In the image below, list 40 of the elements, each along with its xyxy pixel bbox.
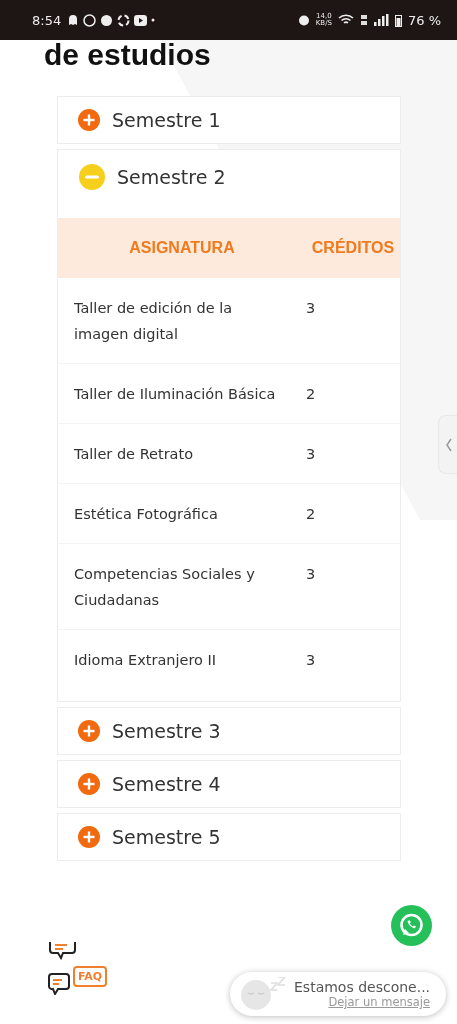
table-cell: Taller de Retrato (58, 423, 306, 484)
dot-icon (151, 18, 156, 22)
status-time: 8:54 (32, 12, 62, 28)
table-cell: 3 (306, 543, 400, 630)
accordion-header[interactable]: Semestre 3 (58, 708, 400, 754)
table-cell: Taller de Iluminación Básica (58, 363, 306, 424)
sleeping-face-icon (240, 977, 288, 1011)
signal-icon (373, 14, 389, 26)
table-cell: Idioma Extranjero II (58, 629, 306, 689)
expand-icon[interactable] (78, 109, 100, 131)
table-cell: 2 (306, 483, 400, 544)
play-icon (134, 14, 148, 26)
sync-icon (117, 13, 131, 27)
battery-level: 76 % (407, 12, 441, 28)
table-cell: 3 (306, 278, 400, 364)
accordion-header[interactable]: Semestre 4 (58, 761, 400, 807)
whatsapp-button[interactable] (391, 905, 432, 946)
chevron-left-icon (445, 437, 452, 452)
table-cell: Competencias Sociales y Ciudadanas (58, 543, 306, 630)
chat-bubble-icon[interactable] (48, 973, 72, 995)
table-cell: 3 (306, 629, 400, 689)
chat-widget[interactable]: Estamos descone... Dejar un mensaje (230, 972, 446, 1016)
table-cell: Taller de edición de la imagen digital (58, 278, 306, 364)
accordion-header[interactable]: Semestre 5 (58, 814, 400, 860)
expand-icon[interactable] (78, 826, 100, 848)
table-cell: 2 (306, 363, 400, 424)
chat-bubble-icon[interactable] (48, 942, 76, 960)
expand-icon[interactable] (78, 773, 100, 795)
column-header: CRÉDITOS (306, 218, 400, 278)
accordion-header[interactable]: Semestre 2 (58, 150, 400, 204)
column-header: ASIGNATURA (58, 218, 306, 278)
table-cell: 3 (306, 423, 400, 484)
page-heading: de estudios (43, 40, 212, 70)
accordion-header[interactable]: Semestre 1 (58, 97, 400, 143)
chat-status: Estamos descone... (294, 979, 431, 995)
expand-icon[interactable] (78, 720, 100, 742)
battery-icon (394, 13, 402, 27)
wifi-icon (337, 14, 354, 26)
table-cell: Estética Fotográfica (58, 483, 306, 544)
ghost-icon (67, 14, 80, 26)
